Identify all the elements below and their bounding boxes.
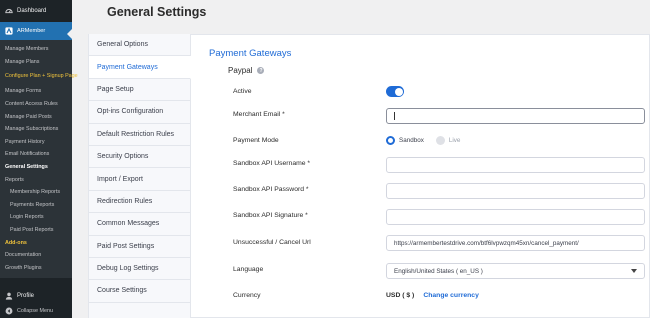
sidebar-item-configure-plan-signup-page[interactable]: Configure Plan + Signup Page bbox=[0, 68, 78, 85]
page-title: General Settings bbox=[107, 5, 207, 19]
currency-row: USD ( $ ) Change currency bbox=[386, 292, 479, 299]
active-label: Active bbox=[233, 88, 252, 95]
section-title: Payment Gateways bbox=[209, 48, 292, 59]
tab-paid-post-settings[interactable]: Paid Post Settings bbox=[89, 236, 190, 258]
sidebar-item-label: Dashboard bbox=[17, 8, 47, 14]
currency-label: Currency bbox=[233, 292, 261, 299]
tab-import-export[interactable]: Import / Export bbox=[89, 168, 190, 191]
admin-sidebar: Dashboard ARMember Manage Members Manage … bbox=[0, 0, 78, 318]
active-toggle[interactable] bbox=[386, 86, 404, 97]
cancel-url-field[interactable]: https://armembertestdrive.com/btf6lvpwzq… bbox=[386, 235, 645, 251]
sidebar-item-payment-history[interactable]: Payment History bbox=[0, 136, 72, 149]
sidebar-item-manage-paid-posts[interactable]: Manage Paid Posts bbox=[0, 110, 72, 123]
payment-mode-radios: Sandbox Live bbox=[386, 136, 472, 145]
help-icon[interactable]: ? bbox=[257, 67, 265, 74]
sidebar-item-reports[interactable]: Reports bbox=[0, 173, 72, 186]
sidebar-item-add-ons[interactable]: Add-ons bbox=[0, 236, 72, 249]
currency-value: USD ( $ ) bbox=[386, 292, 415, 299]
gateway-name: Paypal bbox=[228, 66, 253, 75]
user-icon bbox=[5, 292, 13, 300]
sidebar-item-membership-reports[interactable]: Membership Reports bbox=[0, 186, 72, 199]
cancel-url-label: Unsuccessful / Cancel Url bbox=[233, 239, 311, 246]
merchant-email-field[interactable] bbox=[386, 108, 645, 124]
sidebar-item-manage-forms[interactable]: Manage Forms bbox=[0, 85, 72, 98]
api-password-label: Sandbox API Password * bbox=[233, 186, 309, 193]
sidebar-item-manage-plans[interactable]: Manage Plans bbox=[0, 56, 72, 69]
sidebar-item-manage-subscriptions[interactable]: Manage Subscriptions bbox=[0, 123, 72, 136]
sidebar-item-paid-post-reports[interactable]: Paid Post Reports bbox=[0, 224, 72, 237]
armember-submenu: Manage Members Manage Plans Configure Plan… bbox=[0, 40, 78, 279]
tab-redirection-rules[interactable]: Redirection Rules bbox=[89, 191, 190, 214]
sidebar-item-login-reports[interactable]: Login Reports bbox=[0, 211, 72, 224]
api-password-field[interactable] bbox=[386, 183, 645, 199]
settings-tabs: General Options Payment Gateways Page Setu… bbox=[89, 34, 191, 318]
change-currency-link[interactable]: Change currency bbox=[423, 292, 479, 299]
dashboard-icon bbox=[5, 7, 13, 15]
language-select[interactable]: English/United States ( en_US ) bbox=[386, 263, 645, 279]
chevron-down-icon bbox=[631, 269, 637, 273]
sandbox-label[interactable]: Sandbox bbox=[399, 137, 424, 144]
sidebar-item-general-settings[interactable]: General Settings bbox=[0, 161, 72, 174]
live-label[interactable]: Live bbox=[449, 137, 461, 144]
sidebar-item-growth-plugins[interactable]: Growth Plugins bbox=[0, 262, 72, 275]
live-radio[interactable] bbox=[435, 136, 445, 145]
collapse-icon bbox=[5, 307, 13, 315]
sidebar-item-content-access-rules[interactable]: Content Access Rules bbox=[0, 98, 72, 111]
tab-general-options[interactable]: General Options bbox=[89, 34, 190, 57]
tab-course-settings[interactable]: Course Settings bbox=[89, 280, 190, 303]
sidebar-item-armember[interactable]: ARMember bbox=[0, 22, 72, 40]
sidebar-item-label: Profile bbox=[17, 292, 35, 299]
tab-default-restriction-rules[interactable]: Default Restriction Rules bbox=[89, 124, 190, 146]
api-username-label: Sandbox API Username * bbox=[233, 160, 311, 167]
tab-security-options[interactable]: Security Options bbox=[89, 146, 190, 169]
api-signature-field[interactable] bbox=[386, 209, 645, 225]
sidebar-item-payments-reports[interactable]: Payments Reports bbox=[0, 199, 72, 212]
api-username-field[interactable] bbox=[386, 157, 645, 173]
collapse-menu-button[interactable]: Collapse Menu bbox=[0, 304, 72, 318]
language-selected-value: English/United States ( en_US ) bbox=[394, 267, 483, 275]
sidebar-item-email-notifications[interactable]: Email Notifications bbox=[0, 148, 72, 161]
tab-common-messages[interactable]: Common Messages bbox=[89, 213, 190, 236]
toggle-knob bbox=[394, 87, 403, 96]
sidebar-item-dashboard[interactable]: Dashboard bbox=[0, 0, 72, 22]
tab-payment-gateways[interactable]: Payment Gateways bbox=[89, 56, 191, 79]
gateway-heading: Paypal ? bbox=[228, 66, 265, 75]
tab-debug-log-settings[interactable]: Debug Log Settings bbox=[89, 258, 190, 281]
sidebar-item-profile[interactable]: Profile bbox=[0, 287, 72, 304]
sidebar-item-label: ARMember bbox=[17, 28, 46, 34]
sidebar-item-documentation[interactable]: Documentation bbox=[0, 249, 72, 262]
language-label: Language bbox=[233, 266, 264, 273]
sandbox-radio[interactable] bbox=[386, 136, 395, 145]
tab-opt-ins-configuration[interactable]: Opt-ins Configuration bbox=[89, 101, 190, 124]
merchant-email-label: Merchant Email * bbox=[233, 111, 285, 118]
sidebar-item-label: Collapse Menu bbox=[17, 308, 53, 314]
sidebar-item-manage-members[interactable]: Manage Members bbox=[0, 43, 72, 56]
tab-page-setup[interactable]: Page Setup bbox=[89, 79, 190, 102]
payment-mode-label: Payment Mode bbox=[233, 137, 279, 144]
armember-logo-icon bbox=[5, 27, 13, 35]
api-signature-label: Sandbox API Signature * bbox=[233, 212, 308, 219]
text-caret bbox=[394, 112, 395, 120]
